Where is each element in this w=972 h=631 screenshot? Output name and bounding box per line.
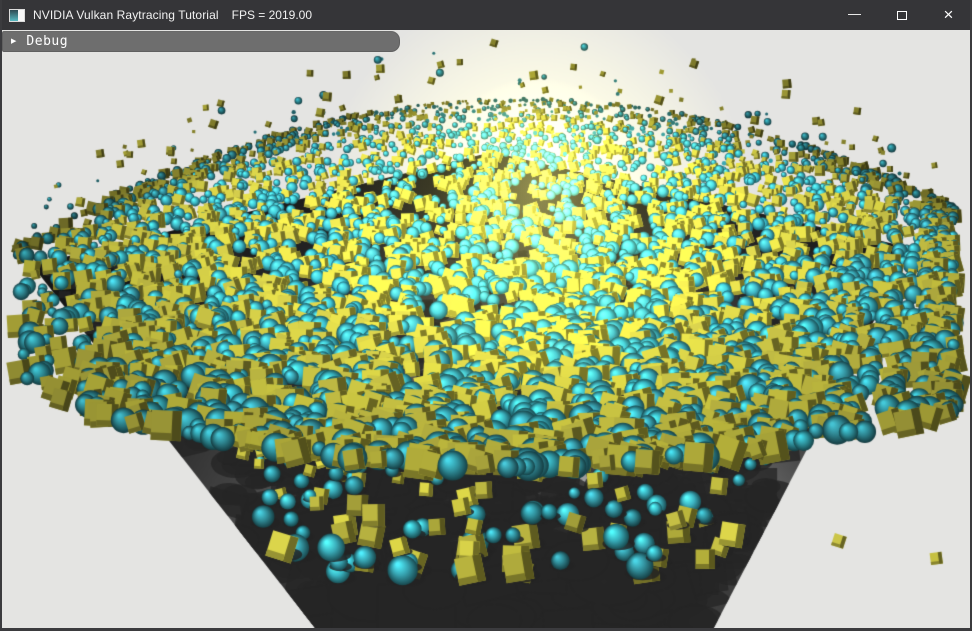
window-title: NVIDIA Vulkan Raytracing Tutorial [33, 8, 219, 22]
app-icon-right [18, 10, 24, 21]
app-icon-left [10, 10, 18, 21]
viewport-3d-scene[interactable] [2, 30, 970, 628]
close-icon: × [944, 5, 954, 25]
chevron-right-icon: ▶ [11, 36, 16, 46]
app-window: NVIDIA Vulkan Raytracing Tutorial FPS = … [0, 0, 972, 631]
titlebar[interactable]: NVIDIA Vulkan Raytracing Tutorial FPS = … [0, 0, 972, 30]
debug-collapsing-header[interactable]: ▶ Debug [2, 31, 400, 52]
minimize-icon: — [848, 6, 861, 21]
debug-header-label: Debug [26, 34, 68, 49]
maximize-icon [897, 11, 907, 20]
close-button[interactable]: × [925, 0, 972, 30]
maximize-button[interactable] [878, 0, 925, 30]
fps-counter: FPS = 2019.00 [232, 8, 312, 22]
minimize-button[interactable]: — [831, 0, 878, 30]
app-icon [9, 9, 25, 22]
